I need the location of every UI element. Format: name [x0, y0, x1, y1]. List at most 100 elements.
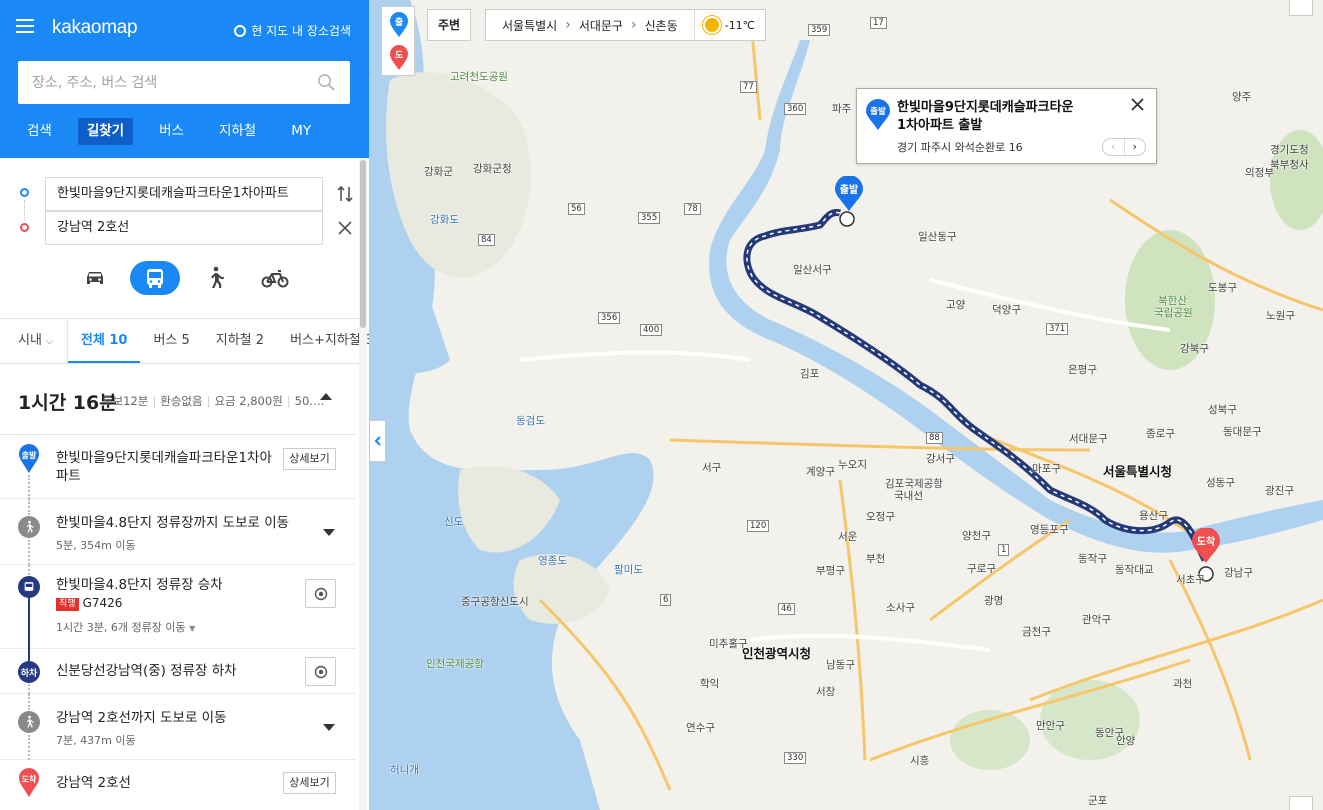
map-label: 경기도청: [1270, 144, 1309, 156]
start-detail-button[interactable]: 상세보기: [283, 448, 336, 470]
summary-details: 도보12분 | 환승없음 | 요금 2,800원 | 50.…: [102, 394, 325, 408]
caret-down-icon: ▼: [189, 624, 196, 633]
step-walk-to-stop[interactable]: 한빛마을4.8단지 정류장까지 도보로 이동 5분, 354m 이동: [0, 499, 356, 565]
close-icon[interactable]: [337, 220, 353, 236]
origin-dot-icon: [20, 188, 29, 197]
end-detail-button[interactable]: 상세보기: [283, 772, 336, 794]
walk-icon: [18, 711, 40, 733]
prev-icon[interactable]: ‹: [1103, 139, 1124, 155]
map-label: 강화군: [424, 166, 453, 178]
locate-stop-button[interactable]: [305, 657, 336, 686]
map-corner-button[interactable]: [1289, 0, 1313, 16]
route-summary[interactable]: 1시간 16분 도보12분 | 환승없음 | 요금 2,800원 | 50.…: [0, 364, 356, 435]
bus-icon: [147, 269, 163, 288]
location-breadcrumb: 서울특별시 › 서대문구 › 신촌동 -11℃: [485, 9, 767, 41]
mode-walk[interactable]: [190, 261, 240, 295]
road-number: 77: [740, 81, 757, 93]
next-icon[interactable]: ›: [1123, 139, 1146, 155]
tab-directions[interactable]: 길찾기: [77, 118, 134, 145]
tab-bus[interactable]: 버스: [150, 118, 193, 145]
breadcrumb-neighborhood[interactable]: 신촌동: [637, 17, 694, 34]
locate-stop-button[interactable]: [305, 579, 336, 608]
header: kakaomap 현 지도 내 장소검색 검색 길찾기 버스 지하철 MY: [0, 0, 369, 158]
map-view[interactable]: 출발 도착 파주 강화군 강화군청 강화도 고려천도공원 일산서구 일산동구 고…: [370, 0, 1323, 810]
mode-car[interactable]: [70, 261, 120, 295]
tab-search[interactable]: 검색: [18, 118, 61, 145]
bus-info[interactable]: 직행 G7426: [56, 596, 122, 611]
end-marker-icon[interactable]: 도착: [1191, 528, 1221, 564]
set-destination-pin-icon[interactable]: 도: [389, 45, 409, 71]
search-icon[interactable]: [317, 73, 336, 92]
scrollbar-thumb[interactable]: [360, 160, 366, 328]
road-number: 359: [808, 24, 831, 36]
transfer-info: 환승없음: [160, 394, 203, 408]
step-subtitle[interactable]: 1시간 3분, 6개 정류장 이동 ▼: [56, 619, 195, 635]
step-alight-bus[interactable]: 하차 신분당선강남역(중) 정류장 하차: [0, 649, 356, 694]
logo[interactable]: kakaomap: [52, 17, 138, 39]
set-origin-pin-icon[interactable]: 출: [389, 12, 409, 38]
map-label: 팔미도: [614, 564, 643, 576]
step-start: 출발 한빛마을9단지롯데캐슬파크타운1차아 파트 상세보기: [0, 435, 356, 499]
temperature: -11℃: [724, 18, 756, 32]
tab-my[interactable]: MY: [282, 118, 320, 145]
breadcrumb-district[interactable]: 서대문구: [571, 17, 631, 34]
step-walk-to-station[interactable]: 강남역 2호선까지 도보로 이동 7분, 437m 이동: [0, 694, 356, 760]
collapse-panel-tab[interactable]: [370, 420, 386, 462]
filter-tab-bus[interactable]: 버스 5: [140, 319, 202, 363]
step-board-bus[interactable]: 한빛마을4.8단지 정류장 승차 직행 G7426 1시간 3분, 6개 정류장 …: [0, 565, 356, 649]
expand-caret-icon[interactable]: [323, 529, 335, 536]
collapse-caret-icon[interactable]: [320, 393, 332, 400]
map-label: 양주: [1232, 91, 1252, 103]
destination-dot-icon: [20, 223, 29, 232]
radio-icon: [234, 24, 247, 37]
search-input[interactable]: [18, 61, 350, 104]
expand-caret-icon[interactable]: [323, 724, 335, 731]
swap-icon[interactable]: [336, 184, 354, 204]
map-label: 서대문구: [1069, 433, 1108, 445]
mode-bike[interactable]: [250, 261, 300, 295]
start-marker-icon[interactable]: 출발: [834, 176, 864, 212]
map-label: 과천: [1173, 678, 1193, 690]
map-corner-button[interactable]: [1289, 796, 1313, 810]
walk-time: 도보12분: [102, 394, 149, 408]
map-label: 시흥: [910, 755, 930, 767]
road-number: 78: [684, 203, 701, 215]
main-tabs: 검색 길찾기 버스 지하철 MY: [18, 118, 337, 145]
map-area-search-toggle[interactable]: 현 지도 내 장소검색: [234, 22, 351, 39]
road-number: 88: [926, 432, 943, 444]
map-label: 남동구: [826, 659, 855, 671]
panel-scrollbar[interactable]: [359, 158, 367, 810]
popup-pager: ‹ ›: [1102, 138, 1146, 156]
svg-text:출발: 출발: [870, 106, 886, 117]
origin-dest-connector: [24, 200, 25, 220]
map-label: 부평구: [816, 565, 845, 577]
map-label: 광진구: [1265, 485, 1294, 497]
close-icon[interactable]: [1131, 98, 1144, 111]
map-label: 김포: [800, 368, 820, 380]
breadcrumb-city[interactable]: 서울특별시: [486, 17, 565, 34]
filter-tab-all[interactable]: 전체 10: [67, 319, 141, 363]
nearby-button[interactable]: 주변: [427, 9, 471, 41]
search-box: [18, 61, 350, 104]
mode-transit[interactable]: [130, 261, 180, 295]
map-label: 덕양구: [992, 304, 1021, 316]
filter-tab-bus-subway[interactable]: 버스+지하철 3: [277, 319, 369, 363]
road-number: 1: [998, 544, 1010, 556]
map-label: 인천광역시청: [742, 646, 812, 661]
step-subtitle: 5분, 354m 이동: [56, 539, 136, 552]
weather[interactable]: -11℃: [693, 10, 765, 40]
bike-icon: [261, 270, 289, 288]
road-number: 355: [638, 212, 661, 224]
map-label: 일산서구: [793, 264, 832, 276]
destination-field[interactable]: 강남역 2호선: [45, 211, 323, 245]
walk-connector: [28, 475, 30, 499]
tab-subway[interactable]: 지하철: [210, 118, 265, 145]
filter-tab-subway[interactable]: 지하철 2: [203, 319, 277, 363]
map-label: 도봉구: [1208, 282, 1237, 294]
start-info-popup: 출발 한빛마을9단지롯데캐슬파크타운 1차아파트 출발 경기 파주시 와석순환로 …: [856, 88, 1157, 164]
map-label: 미추홀구: [709, 638, 748, 650]
region-select[interactable]: 시내 ⌵: [0, 319, 68, 363]
menu-icon[interactable]: [16, 19, 34, 34]
walk-icon: [211, 266, 224, 288]
origin-field[interactable]: 한빛마을9단지롯데캐슬파크타운1차아파트: [45, 177, 323, 211]
